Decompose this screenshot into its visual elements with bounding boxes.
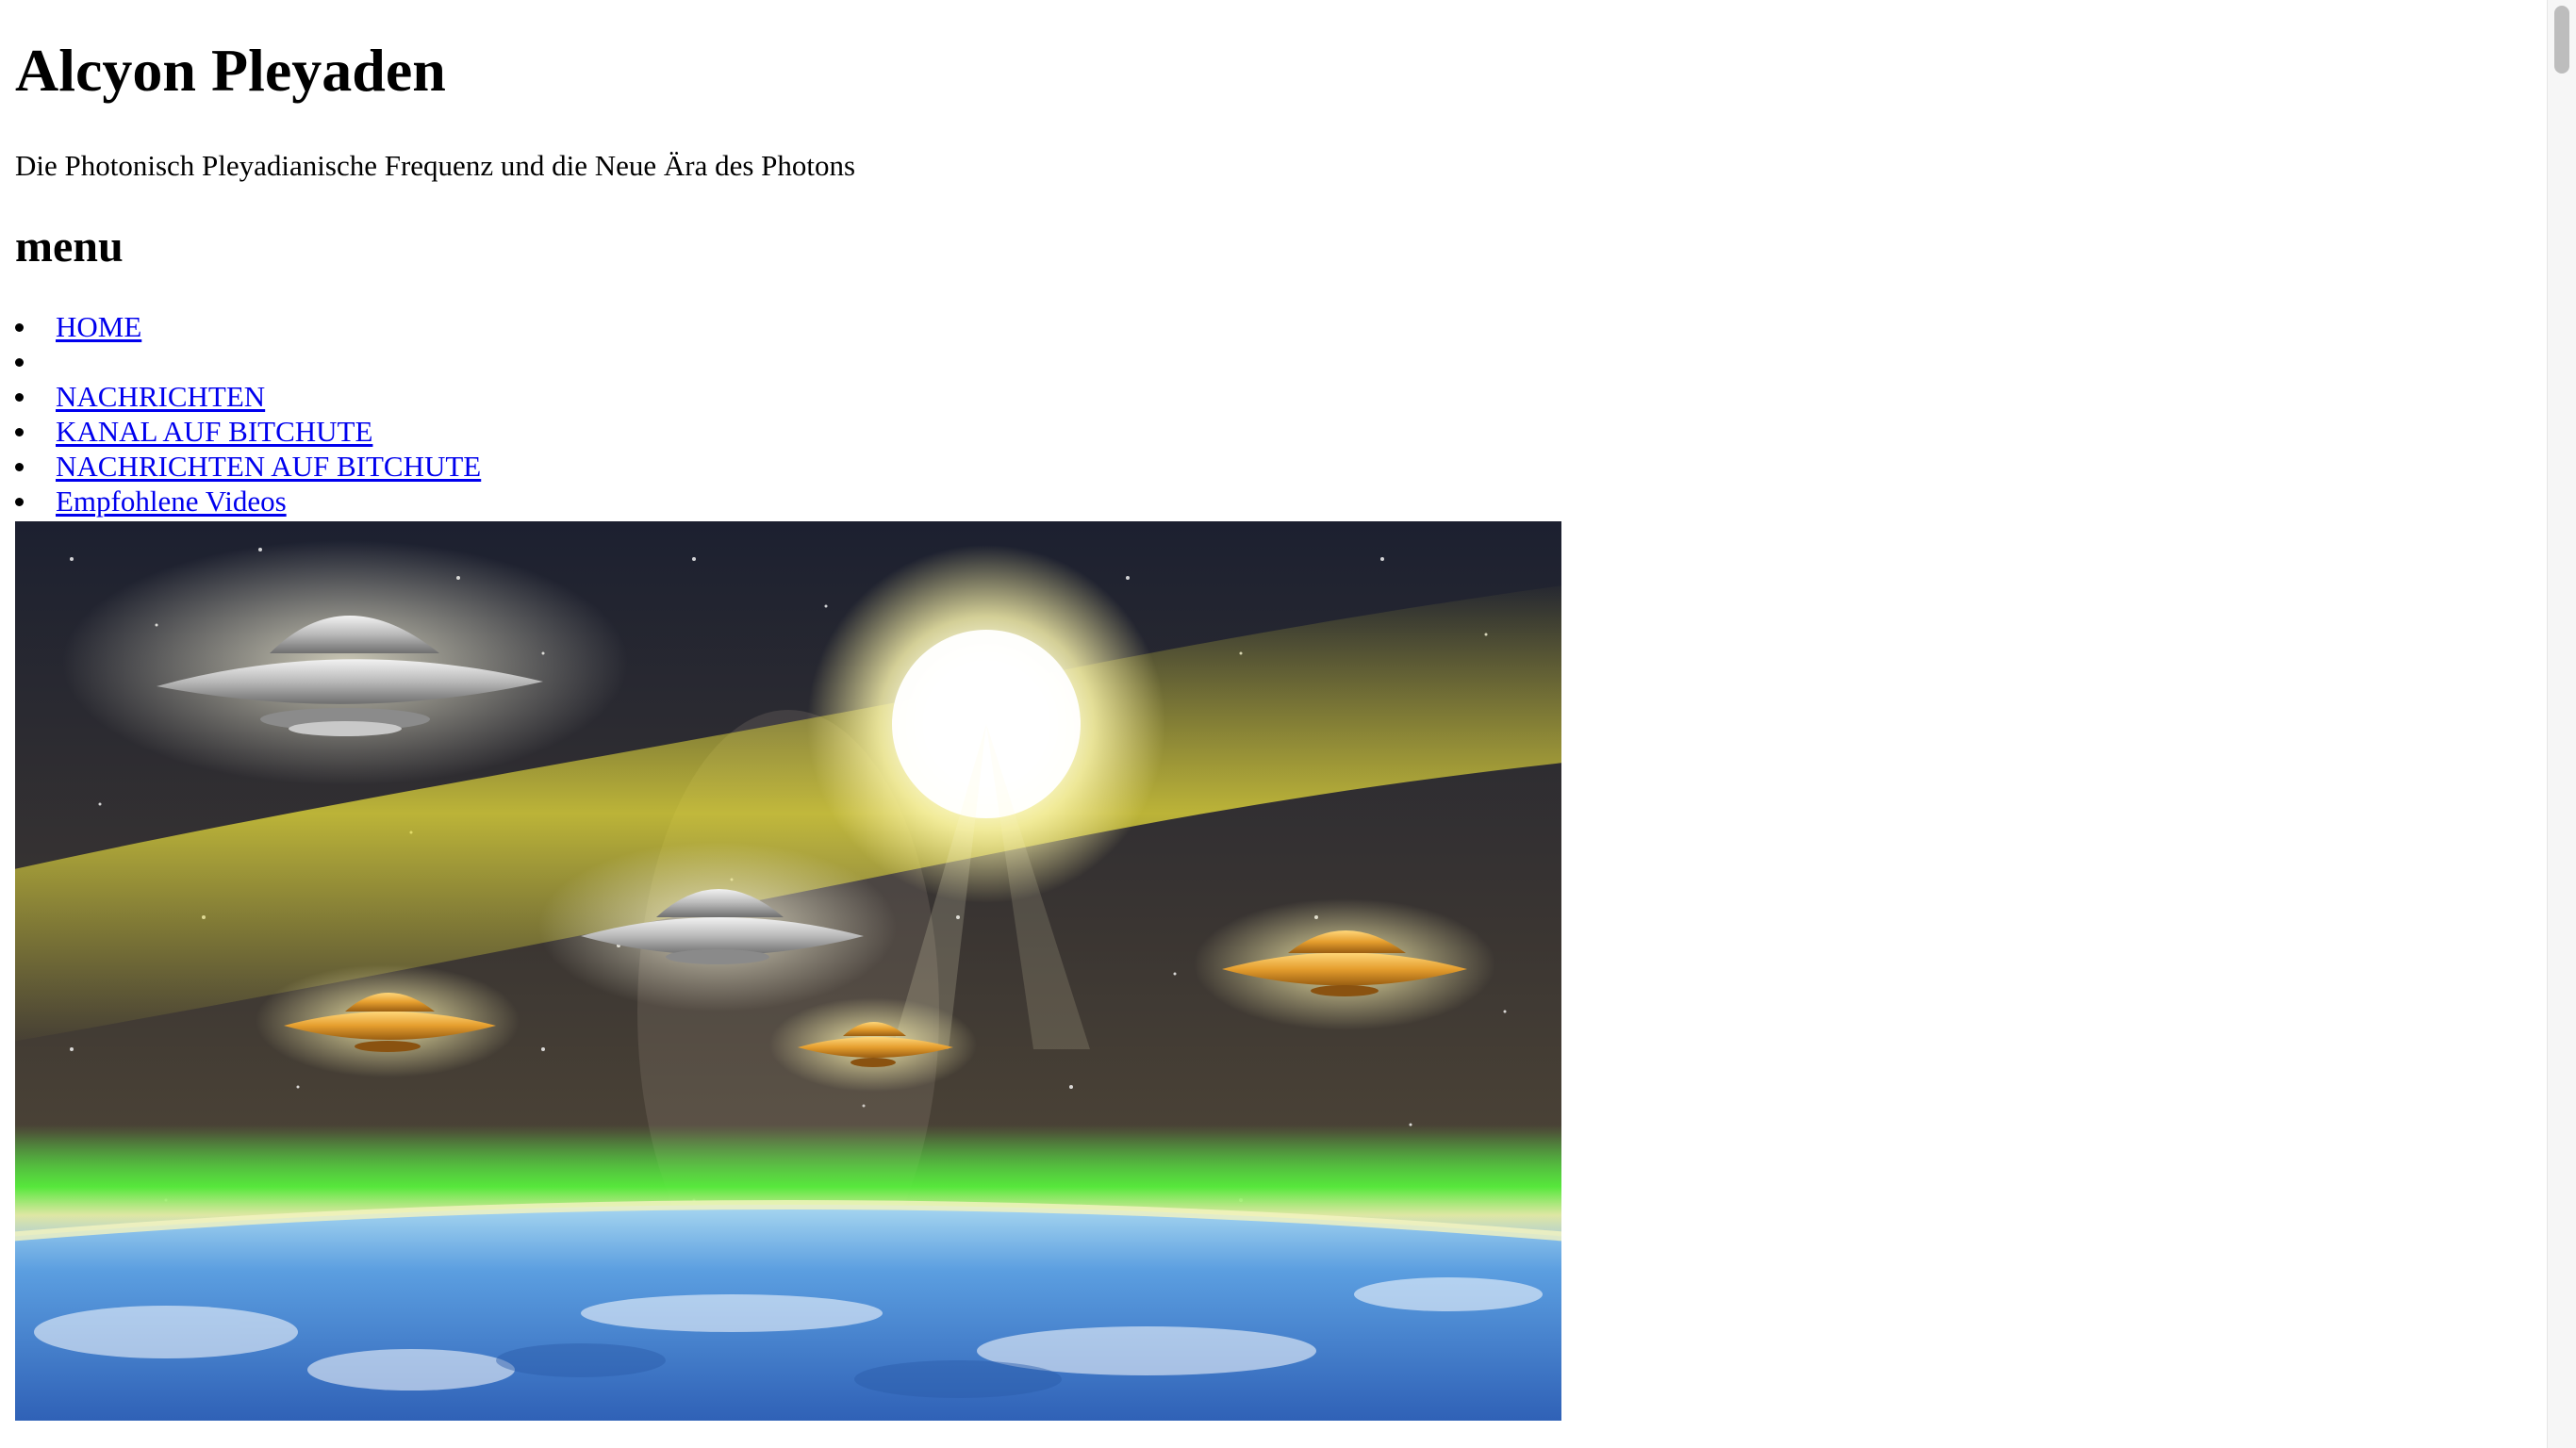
bullet-icon <box>15 323 24 332</box>
menu-item-home: HOME <box>15 309 481 344</box>
menu-item-nachrichten: NACHRICHTEN <box>15 379 481 414</box>
menu-link-nachrichten[interactable]: NACHRICHTEN <box>56 380 265 413</box>
vertical-scrollbar[interactable] <box>2547 0 2576 1448</box>
menu-link-empfohlene-videos[interactable]: Empfohlene Videos <box>56 485 287 518</box>
hero-image <box>15 521 1561 1421</box>
bullet-icon <box>15 463 24 471</box>
main-menu: HOME NACHRICHTEN KANAL AUF BITCHUTE NACH… <box>15 309 481 518</box>
bullet-icon <box>15 428 24 436</box>
menu-item-nachrichten-bitchute: NACHRICHTEN AUF BITCHUTE <box>15 449 481 484</box>
menu-heading: menu <box>15 222 124 272</box>
menu-link-home[interactable]: HOME <box>56 310 141 343</box>
site-title[interactable]: Alcyon Pleyaden <box>15 37 446 104</box>
bullet-icon <box>15 393 24 402</box>
bullet-icon <box>15 498 24 506</box>
bullet-icon <box>15 358 24 367</box>
menu-link-kanal-bitchute[interactable]: KANAL AUF BITCHUTE <box>56 415 372 448</box>
scrollbar-thumb[interactable] <box>2554 6 2569 74</box>
menu-item-empfohlene-videos: Empfohlene Videos <box>15 484 481 518</box>
menu-item-empty <box>15 344 481 379</box>
site-tagline: Die Photonisch Pleyadianische Frequenz u… <box>15 149 856 182</box>
menu-link-nachrichten-bitchute[interactable]: NACHRICHTEN AUF BITCHUTE <box>56 450 481 483</box>
menu-item-kanal-bitchute: KANAL AUF BITCHUTE <box>15 414 481 449</box>
